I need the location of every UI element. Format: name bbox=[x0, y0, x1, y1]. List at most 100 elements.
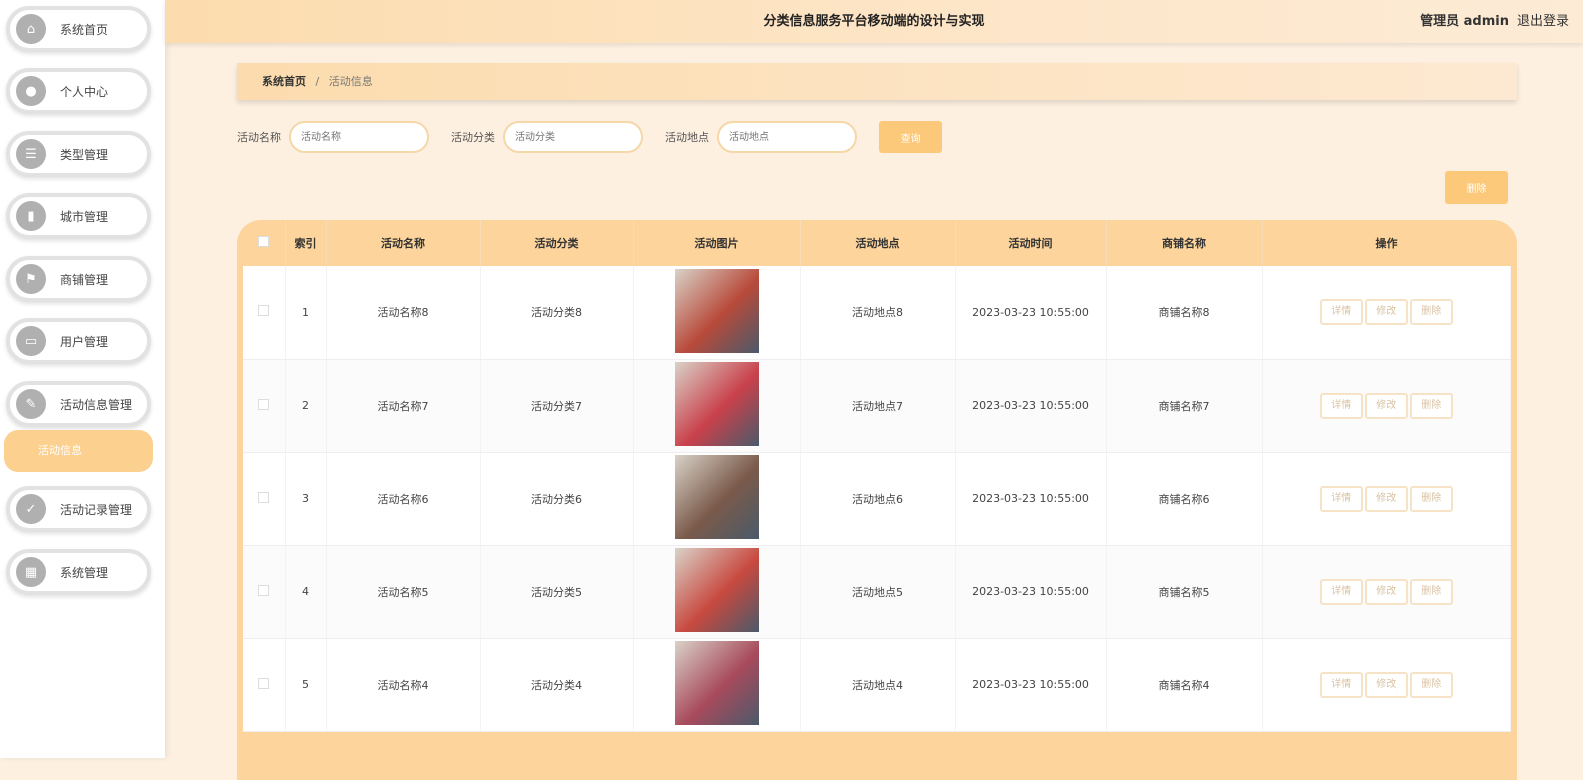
detail-button[interactable]: 详情 bbox=[1319, 392, 1363, 419]
sidebar-item-label: 活动信息管理 bbox=[60, 397, 133, 412]
cell-time: 2023-03-23 10:55:00 bbox=[955, 638, 1107, 732]
select-all[interactable] bbox=[243, 220, 286, 266]
sidebar-item-label: 城市管理 bbox=[60, 209, 109, 224]
sidebar-item-label: 商铺管理 bbox=[60, 272, 109, 287]
edit-button[interactable]: 修改 bbox=[1364, 485, 1408, 512]
sidebar-item[interactable]: ● 个人中心 bbox=[6, 68, 151, 114]
cell-index: 2 bbox=[285, 359, 327, 453]
row-checkbox[interactable] bbox=[258, 677, 270, 689]
detail-button[interactable]: 详情 bbox=[1319, 578, 1363, 605]
cell-shop: 商铺名称8 bbox=[1106, 266, 1263, 360]
cell-shop: 商铺名称4 bbox=[1106, 638, 1263, 732]
cell-place: 活动地点6 bbox=[800, 452, 956, 546]
menu-icon: ● bbox=[16, 76, 46, 106]
sidebar: ⌂ 系统首页 ● 个人中心 ☰ 类型管理 ▮ 城市管理 ⚑ 商铺管理 ▭ 用户管理 ✎ 活动信息管理 ✓ 活动… bbox=[0, 0, 165, 758]
sidebar-item[interactable]: ✎ 活动信息管理 bbox=[6, 381, 151, 427]
delete-button[interactable]: 删除 bbox=[1409, 299, 1453, 326]
col-header: 活动分类 bbox=[480, 220, 634, 266]
edit-button[interactable]: 修改 bbox=[1364, 392, 1408, 419]
menu-icon: ⌂ bbox=[16, 14, 46, 44]
cell-name: 活动名称5 bbox=[326, 545, 481, 639]
sidebar-item[interactable]: ☰ 类型管理 bbox=[6, 131, 151, 177]
sidebar-item-label: 活动记录管理 bbox=[60, 502, 133, 517]
breadcrumb-sep: / bbox=[315, 75, 320, 88]
cell-category: 活动分类6 bbox=[480, 452, 634, 546]
place-input[interactable] bbox=[717, 121, 857, 153]
breadcrumb-home[interactable]: 系统首页 bbox=[262, 75, 306, 88]
breadcrumb: 系统首页 / 活动信息 bbox=[237, 63, 1517, 100]
menu-icon: ▦ bbox=[16, 557, 46, 587]
app-title: 分类信息服务平台移动端的设计与实现 bbox=[763, 14, 985, 29]
sidebar-item[interactable]: ▭ 用户管理 bbox=[6, 318, 151, 364]
row-select[interactable] bbox=[243, 545, 286, 639]
row-checkbox[interactable] bbox=[258, 584, 270, 596]
row-checkbox[interactable] bbox=[258, 491, 270, 503]
select-all-checkbox[interactable] bbox=[258, 236, 270, 247]
row-checkbox[interactable] bbox=[258, 305, 270, 317]
cell-image bbox=[633, 545, 801, 639]
sidebar-item-label: 系统首页 bbox=[60, 22, 109, 37]
cell-time: 2023-03-23 10:55:00 bbox=[955, 359, 1107, 453]
breadcrumb-current: 活动信息 bbox=[328, 75, 373, 88]
row-select[interactable] bbox=[243, 638, 286, 732]
sidebar-item[interactable]: ⌂ 系统首页 bbox=[6, 6, 151, 52]
query-button[interactable]: 查询 bbox=[879, 121, 942, 153]
delete-button[interactable]: 删除 bbox=[1409, 485, 1453, 512]
cell-shop: 商铺名称7 bbox=[1106, 359, 1263, 453]
activity-image bbox=[674, 455, 759, 539]
detail-button[interactable]: 详情 bbox=[1319, 671, 1363, 698]
sidebar-item[interactable]: ⚑ 商铺管理 bbox=[6, 256, 151, 302]
cell-place: 活动地点4 bbox=[800, 638, 956, 732]
table-row: 4 活动名称5 活动分类5 活动地点5 2023-03-23 10:55:00 … bbox=[243, 545, 1511, 639]
cell-index: 5 bbox=[285, 638, 327, 732]
activity-image bbox=[674, 641, 759, 725]
table-row: 5 活动名称4 活动分类4 活动地点4 2023-03-23 10:55:00 … bbox=[243, 638, 1511, 732]
username: 管理员 admin bbox=[1420, 14, 1509, 29]
edit-button[interactable]: 修改 bbox=[1364, 671, 1408, 698]
sidebar-item[interactable]: ▮ 城市管理 bbox=[6, 193, 151, 239]
delete-button[interactable]: 删除 bbox=[1409, 392, 1453, 419]
sidebar-item-label: 个人中心 bbox=[60, 84, 109, 99]
row-select[interactable] bbox=[243, 359, 286, 453]
edit-button[interactable]: 修改 bbox=[1364, 299, 1408, 326]
cell-time: 2023-03-23 10:55:00 bbox=[955, 545, 1107, 639]
cell-shop: 商铺名称5 bbox=[1106, 545, 1263, 639]
menu-icon: ☰ bbox=[16, 139, 46, 169]
detail-button[interactable]: 详情 bbox=[1319, 485, 1363, 512]
col-header: 索引 bbox=[285, 220, 327, 266]
cell-place: 活动地点5 bbox=[800, 545, 956, 639]
search-bar: 活动名称 活动分类 活动地点 查询 bbox=[237, 121, 942, 153]
edit-button[interactable]: 修改 bbox=[1364, 578, 1408, 605]
sidebar-item-label: 系统管理 bbox=[60, 565, 109, 580]
detail-button[interactable]: 详情 bbox=[1319, 299, 1363, 326]
data-table: 索引 活动名称 活动分类 活动图片 活动地点 活动时间 商铺名称 操作 1 活动… bbox=[237, 220, 1517, 780]
row-select[interactable] bbox=[243, 452, 286, 546]
cell-actions: 详情 修改 删除 bbox=[1262, 452, 1511, 546]
logout-link[interactable]: 退出登录 bbox=[1517, 14, 1569, 29]
table-row: 2 活动名称7 活动分类7 活动地点7 2023-03-23 10:55:00 … bbox=[243, 359, 1511, 453]
delete-button[interactable]: 删除 bbox=[1409, 671, 1453, 698]
cell-place: 活动地点7 bbox=[800, 359, 956, 453]
cell-place: 活动地点8 bbox=[800, 266, 956, 360]
col-header: 活动时间 bbox=[955, 220, 1107, 266]
row-select[interactable] bbox=[243, 266, 286, 360]
sidebar-subitem-active[interactable]: 活动信息 bbox=[4, 430, 153, 472]
user-info: 管理员 admin 退出登录 bbox=[1420, 10, 1569, 29]
menu-icon: ⚑ bbox=[16, 264, 46, 294]
sidebar-item[interactable]: ✓ 活动记录管理 bbox=[6, 486, 151, 532]
category-input[interactable] bbox=[503, 121, 643, 153]
cell-index: 1 bbox=[285, 266, 327, 360]
table-header: 索引 活动名称 活动分类 活动图片 活动地点 活动时间 商铺名称 操作 bbox=[243, 220, 1511, 266]
cell-actions: 详情 修改 删除 bbox=[1262, 638, 1511, 732]
name-label: 活动名称 bbox=[237, 131, 281, 144]
cell-category: 活动分类8 bbox=[480, 266, 634, 360]
cell-index: 3 bbox=[285, 452, 327, 546]
category-label: 活动分类 bbox=[451, 131, 495, 144]
row-checkbox[interactable] bbox=[258, 398, 270, 410]
cell-image bbox=[633, 359, 801, 453]
delete-button[interactable]: 删除 bbox=[1409, 578, 1453, 605]
batch-delete-button[interactable]: 删除 bbox=[1445, 171, 1508, 204]
name-input[interactable] bbox=[289, 121, 429, 153]
sidebar-item[interactable]: ▦ 系统管理 bbox=[6, 549, 151, 595]
menu-icon: ▭ bbox=[16, 326, 46, 356]
